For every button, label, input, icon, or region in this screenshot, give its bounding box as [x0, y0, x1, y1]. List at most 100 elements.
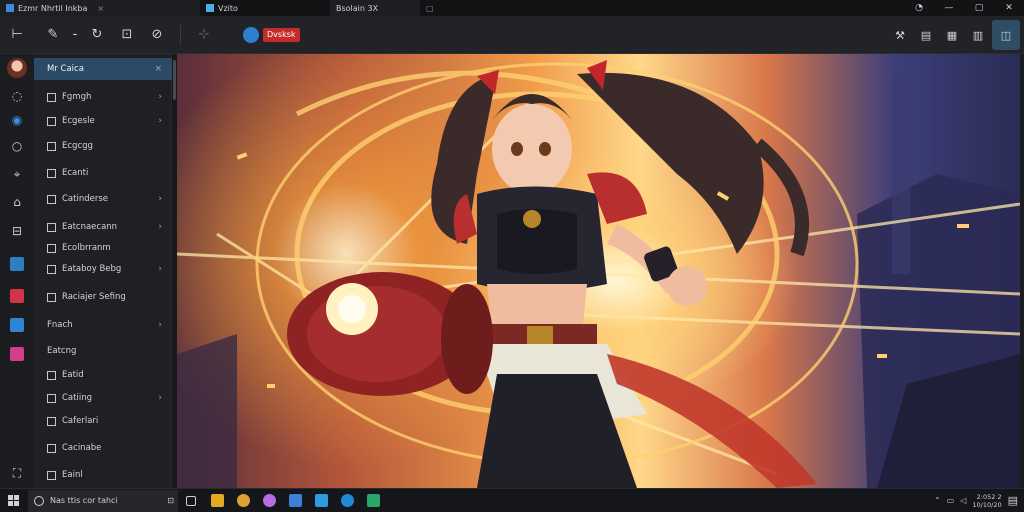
app-icon — [6, 4, 14, 12]
chevron-right-icon[interactable]: › — [158, 393, 162, 403]
checkbox-icon[interactable] — [47, 194, 56, 204]
menu-item[interactable]: Fnach › — [34, 314, 172, 336]
tab-third[interactable]: Bsolain 3X — [330, 0, 420, 16]
taskbar-search[interactable]: Nas ttis cor tahci ⊡ — [28, 489, 178, 512]
checkbox-icon[interactable] — [47, 92, 56, 102]
bracket-icon[interactable]: ⊟ — [7, 221, 27, 241]
notes-icon[interactable]: ▦ — [940, 20, 964, 50]
tools-icon[interactable]: ⚒ — [888, 20, 912, 50]
taskbar-app-edge[interactable] — [334, 489, 360, 512]
notification-icon[interactable]: ▤ — [1008, 494, 1018, 507]
tag-badge[interactable]: Dvsksk — [263, 27, 300, 42]
task-view-icon[interactable] — [178, 489, 204, 512]
checkbox-icon[interactable] — [47, 370, 56, 380]
menu-item-label: Ecgesle — [62, 116, 95, 126]
close-tab-icon[interactable]: × — [97, 4, 104, 13]
minimize-icon[interactable]: — — [934, 0, 964, 16]
windows-start-icon[interactable] — [0, 489, 26, 512]
photos-icon[interactable] — [7, 344, 27, 364]
files-icon[interactable] — [7, 315, 27, 335]
menu-item[interactable]: Eataboy Bebg › — [34, 258, 172, 280]
chevron-right-icon[interactable]: › — [158, 116, 162, 126]
document-icon[interactable]: ▤ — [914, 20, 938, 50]
avatar[interactable] — [7, 58, 27, 78]
checkbox-icon[interactable] — [47, 416, 56, 426]
checkbox-icon[interactable] — [47, 116, 56, 126]
checkbox-icon[interactable] — [47, 222, 56, 232]
scrollbar-thumb[interactable] — [173, 60, 176, 100]
expand-icon[interactable]: ⛶ — [7, 463, 27, 483]
chevron-up-icon[interactable]: ⌃ — [934, 496, 941, 505]
taskbar-app-mail[interactable] — [308, 489, 334, 512]
clock-time: 2:052 2 — [976, 492, 1002, 501]
refresh-icon[interactable]: ↻ — [82, 20, 112, 50]
menu-item[interactable]: Ecgesle › — [34, 110, 172, 132]
home-icon[interactable]: ⌂ — [7, 192, 27, 212]
chat-icon[interactable]: ◌ — [7, 86, 27, 106]
network-icon[interactable]: ▭ — [947, 496, 955, 505]
checkbox-icon[interactable] — [47, 443, 56, 453]
chevron-right-icon[interactable]: › — [158, 92, 162, 102]
close-icon[interactable]: ✕ — [994, 0, 1024, 16]
globe-icon[interactable] — [243, 26, 259, 43]
chevron-right-icon[interactable]: › — [158, 222, 162, 232]
taskbar-app-media[interactable] — [256, 489, 282, 512]
menu-item[interactable]: Eatid — [34, 364, 172, 386]
chevron-right-icon[interactable]: › — [158, 264, 162, 274]
menu-item[interactable]: Cacinabe — [34, 437, 172, 459]
menu-item[interactable]: Eatcnaecann › — [34, 216, 172, 238]
menu-item[interactable]: Eainl — [34, 464, 172, 486]
grid-icon[interactable]: ▥ — [966, 20, 990, 50]
checkbox-icon[interactable] — [47, 243, 56, 253]
location-icon[interactable]: ⌖ — [7, 164, 27, 184]
menu-item-label: Fnach — [47, 320, 73, 330]
taskbar-app-xbox[interactable] — [360, 489, 386, 512]
menu-item[interactable]: Mr Caica × — [34, 58, 172, 80]
menu-item-label: Ecgcgg — [62, 141, 93, 151]
volume-icon[interactable]: ◁ — [960, 496, 966, 505]
checkbox-icon[interactable] — [47, 141, 56, 151]
taskbar-app-store[interactable] — [282, 489, 308, 512]
menu-item[interactable]: Raciajer Sefing — [34, 286, 172, 308]
windows-logo — [7, 495, 19, 506]
menu-item[interactable]: Ecgcgg — [34, 135, 172, 157]
image-canvas[interactable] — [177, 54, 1020, 488]
checkbox-icon[interactable] — [47, 393, 56, 403]
menu-item-label: Cacinabe — [62, 443, 102, 453]
taskbar-app-files[interactable] — [204, 489, 230, 512]
save-icon[interactable]: ⊡ — [112, 20, 142, 50]
menu-item[interactable]: Caferlari — [34, 410, 172, 432]
help-icon[interactable]: ◔ — [904, 0, 934, 16]
menu-item[interactable]: Ecanti — [34, 162, 172, 184]
back-icon[interactable]: ⊢ — [2, 20, 32, 50]
minus-icon[interactable]: - — [68, 20, 82, 50]
mic-icon[interactable]: ⊡ — [167, 496, 174, 505]
menu-item-label: Ecanti — [62, 168, 89, 178]
circle-icon[interactable]: ○ — [7, 136, 27, 156]
tab-main[interactable]: Ezmr Nhrtil Inkba × — [0, 0, 200, 16]
close-icon[interactable]: × — [154, 64, 162, 74]
checkbox-icon[interactable] — [47, 168, 56, 178]
menu-item[interactable]: Eatcng — [34, 340, 172, 362]
checkbox-icon[interactable] — [47, 470, 56, 480]
tab-second[interactable]: Vzito — [200, 0, 330, 16]
clock[interactable]: 2:052 2 10/10/20 — [972, 493, 1001, 509]
maximize-icon[interactable]: ▢ — [964, 0, 994, 16]
new-tab-button[interactable]: ▢ — [420, 0, 440, 16]
checkbox-icon[interactable] — [47, 264, 56, 274]
menu-item[interactable]: Catinderse › — [34, 188, 172, 210]
chevron-right-icon[interactable]: › — [158, 320, 162, 330]
chevron-right-icon[interactable]: › — [158, 194, 162, 204]
menu-item[interactable]: Catiing › — [34, 387, 172, 409]
folder-icon[interactable] — [7, 254, 27, 274]
taskbar-app-browser[interactable] — [230, 489, 256, 512]
crop-icon[interactable]: ⊹ — [189, 20, 219, 50]
pen-icon[interactable]: ✎ — [38, 20, 68, 50]
compass-icon[interactable]: ◉ — [7, 110, 27, 130]
menu-item[interactable]: Fgmgh › — [34, 86, 172, 108]
bookmark-icon[interactable] — [7, 286, 27, 306]
link-icon[interactable]: ⊘ — [142, 20, 172, 50]
panel-toggle-icon[interactable]: ◫ — [992, 20, 1020, 50]
checkbox-icon[interactable] — [47, 292, 56, 302]
menu-item[interactable]: Ecolbrranm — [34, 237, 172, 259]
